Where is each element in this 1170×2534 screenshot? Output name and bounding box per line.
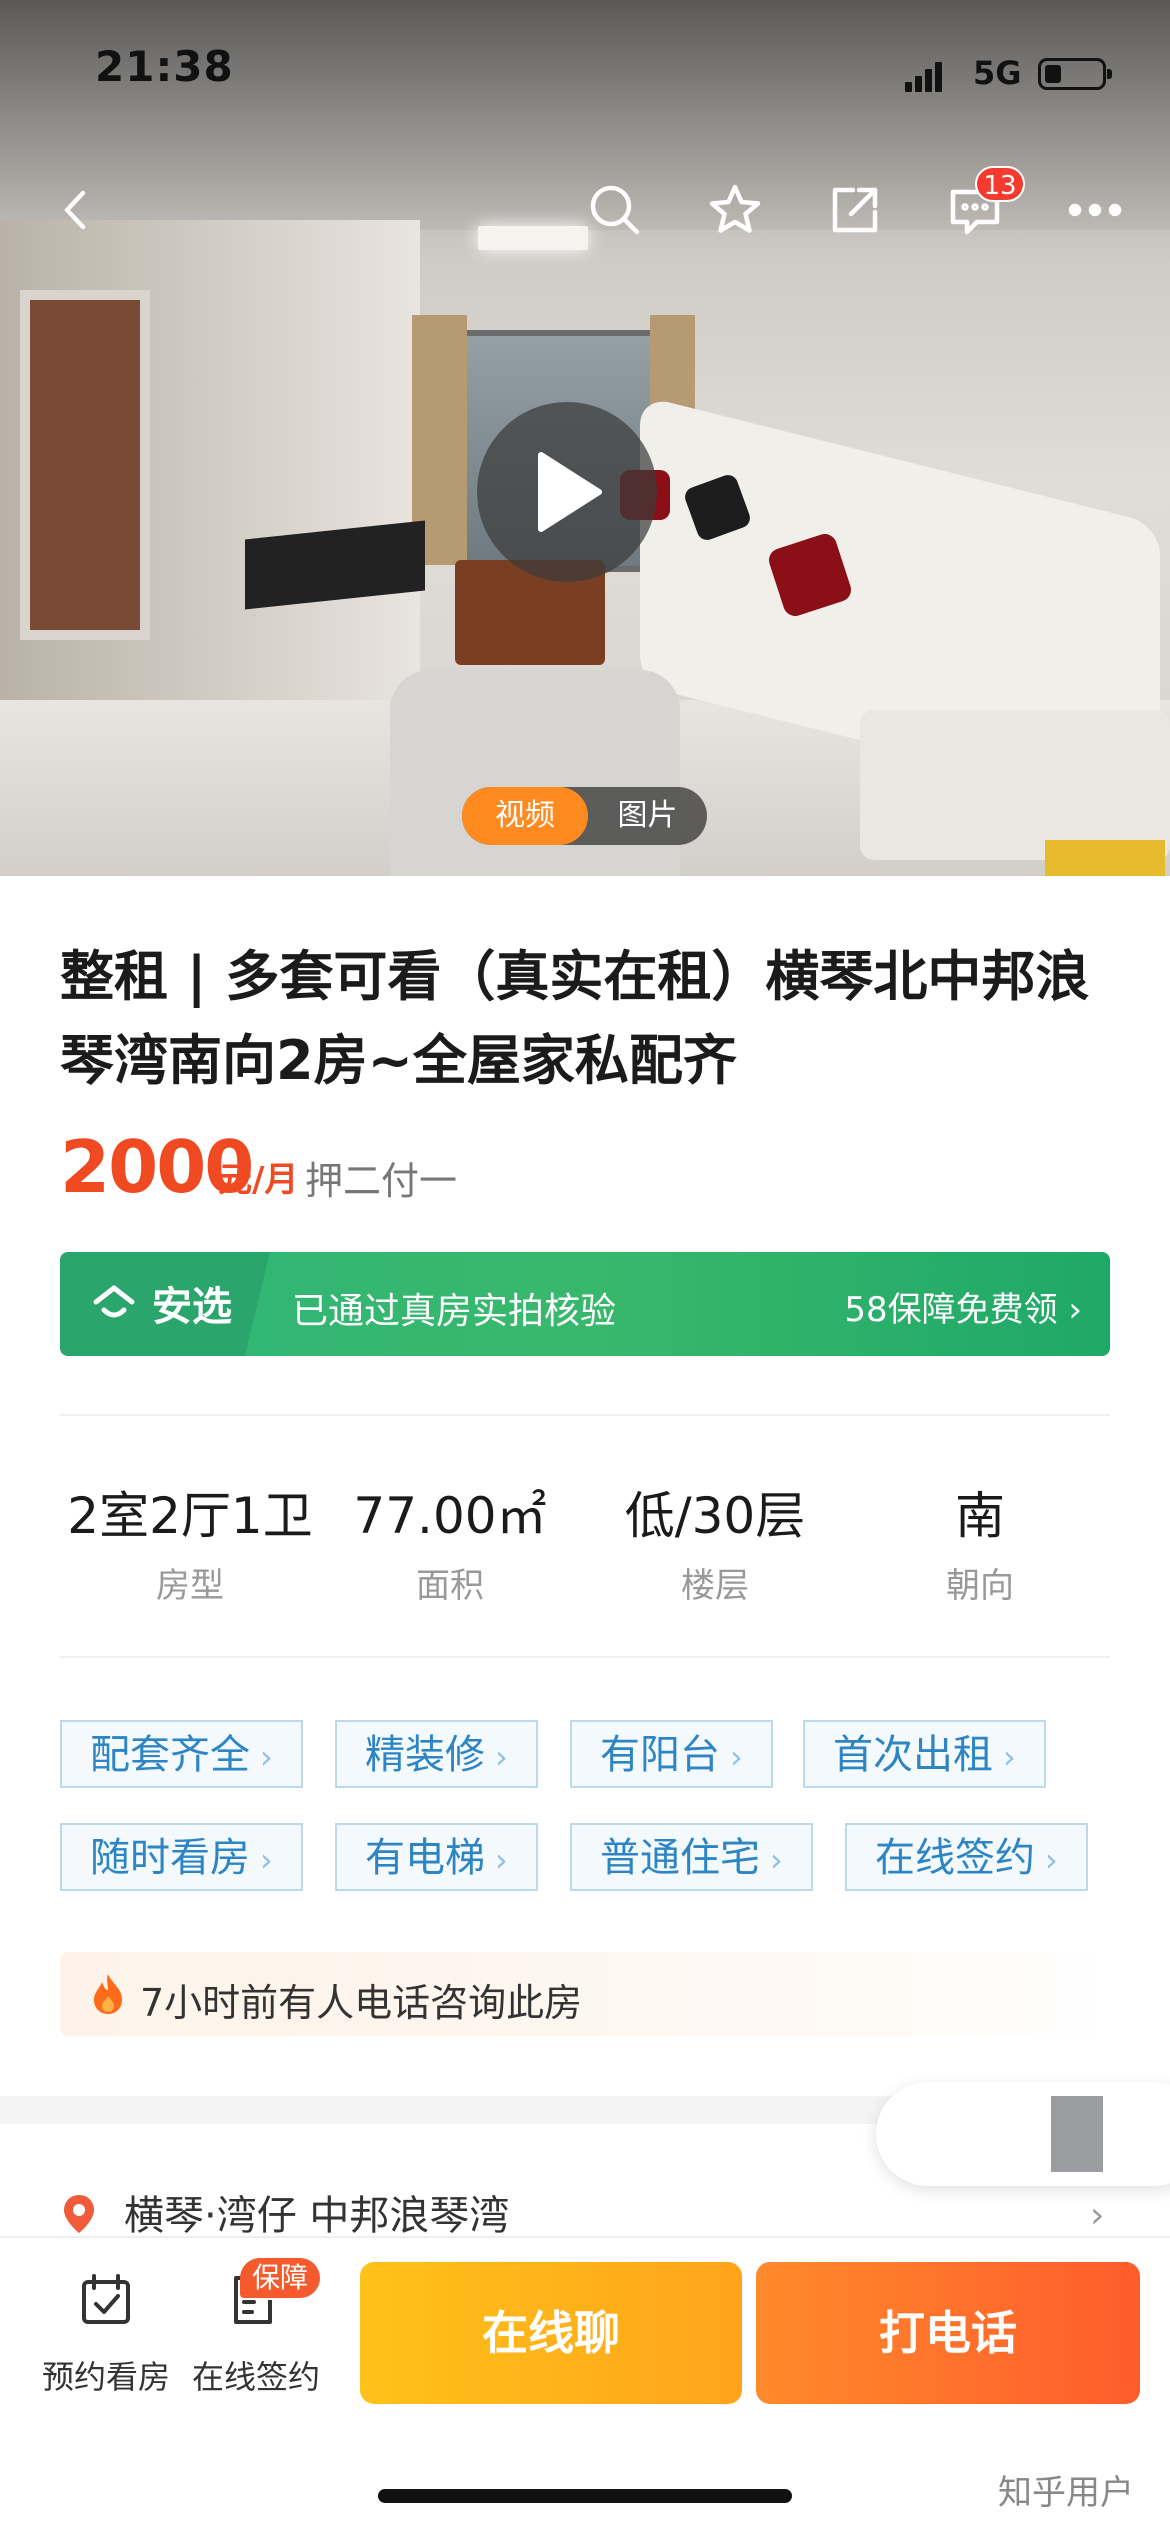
schedule-viewing-label: 预约看房 [41,2358,170,2396]
feature-tag[interactable]: 有阳台 › [570,1720,773,1788]
fire-icon [94,1974,122,2014]
network-type: 5G [973,54,1022,92]
tab-photos[interactable]: 图片 [588,787,707,845]
feature-tag[interactable]: 精装修 › [335,1720,538,1788]
feature-tag[interactable]: 有电梯 › [335,1823,538,1891]
chevron-right-icon: › [260,1738,273,1776]
feature-tag[interactable]: 普通住宅 › [570,1823,813,1891]
spec-area: 77.00㎡ 面积 [320,1476,580,1607]
spec-floor: 低/30层 楼层 [585,1476,845,1607]
sofa-chaise [860,710,1170,860]
star-icon [709,184,761,233]
play-icon [538,452,602,532]
watermark: 知乎用户 [998,2473,1134,2513]
search-button[interactable] [585,180,645,240]
guarantee-badge: 保障 [240,2258,321,2298]
battery-icon [1038,58,1112,90]
feature-tag[interactable]: 随时看房 › [60,1823,303,1891]
price-unit: 元/月 [218,1160,299,1200]
feature-tag[interactable]: 首次出租 › [803,1720,1046,1788]
spec-orientation: 南 朝向 [850,1476,1110,1607]
search-icon [590,185,640,235]
play-video-button[interactable] [477,402,657,582]
listing-title: 整租 | 多套可看（真实在租）横琴北中邦浪琴湾南向2房~全屋家私配齐 [60,945,1090,1092]
spec-label: 朝向 [946,1566,1014,1606]
spec-label: 面积 [416,1566,484,1606]
media-tab-switch: 视频 图片 [462,787,707,845]
feature-tag[interactable]: 在线签约 › [845,1823,1088,1891]
banner-action-label: 58保障免费领 [844,1290,1058,1330]
spec-layout: 2室2厅1卫 房型 [60,1476,320,1607]
spec-label: 房型 [156,1566,224,1606]
schedule-viewing-button[interactable]: 预约看房 [36,2270,176,2398]
favorite-button[interactable] [705,180,765,240]
calendar-check-icon [82,2274,130,2324]
floating-widget[interactable] [876,2082,1170,2186]
message-count-badge: 13 [975,166,1025,202]
chevron-right-icon: › [730,1738,743,1776]
banner-text: 已通过真房实拍核验 [292,1291,617,1332]
location-pin-icon [64,2195,94,2233]
share-icon [832,187,878,233]
doorway [20,290,150,640]
call-button[interactable]: 打电话 [756,2262,1140,2404]
chevron-left-icon [64,190,86,230]
location-text[interactable]: 横琴·湾仔 中邦浪琴湾 [124,2183,509,2241]
back-button[interactable] [45,180,105,240]
chevron-right-icon[interactable]: › [1090,2195,1104,2236]
divider [60,1656,1110,1658]
chevron-right-icon: › [495,1738,508,1776]
chevron-right-icon: › [260,1841,273,1879]
armchair [390,670,680,876]
spec-label: 楼层 [681,1566,749,1606]
status-time: 21:38 [95,42,234,91]
more-icon [1068,203,1122,217]
more-button[interactable] [1065,180,1125,240]
chevron-right-icon: › [770,1841,783,1879]
divider [60,1414,1110,1416]
chevron-right-icon: › [1045,1841,1058,1879]
hint-text: 7小时前有人电话咨询此房 [140,1981,583,2025]
feature-tag[interactable]: 配套齐全 › [60,1720,303,1788]
side-object [1045,840,1165,876]
banner-action[interactable]: 58保障免费领 › [844,1282,1082,1331]
online-chat-button[interactable]: 在线聊 [360,2262,742,2404]
share-button[interactable] [825,180,885,240]
tab-video[interactable]: 视频 [462,787,588,845]
floating-widget-image [1051,2096,1103,2172]
chevron-right-icon: › [1003,1738,1016,1776]
spec-value: 低/30层 [624,1487,806,1545]
verified-banner[interactable]: 安选 已通过真房实拍核验 58保障免费领 › [60,1252,1110,1356]
home-indicator[interactable] [378,2489,792,2503]
banner-brand: 安选 [152,1284,232,1330]
spec-value: 77.00㎡ [353,1487,547,1545]
chevron-right-icon: › [1068,1290,1082,1330]
signal-icon [905,60,945,92]
spec-value: 2室2厅1卫 [67,1487,313,1545]
online-sign-label: 在线签约 [191,2358,320,2396]
spec-value: 南 [955,1487,1005,1545]
verified-house-icon [93,1285,135,1318]
deposit-terms: 押二付一 [305,1159,458,1203]
chevron-right-icon: › [495,1841,508,1879]
recent-inquiry-hint: 7小时前有人电话咨询此房 [60,1952,1110,2036]
ceiling-light [478,226,588,250]
